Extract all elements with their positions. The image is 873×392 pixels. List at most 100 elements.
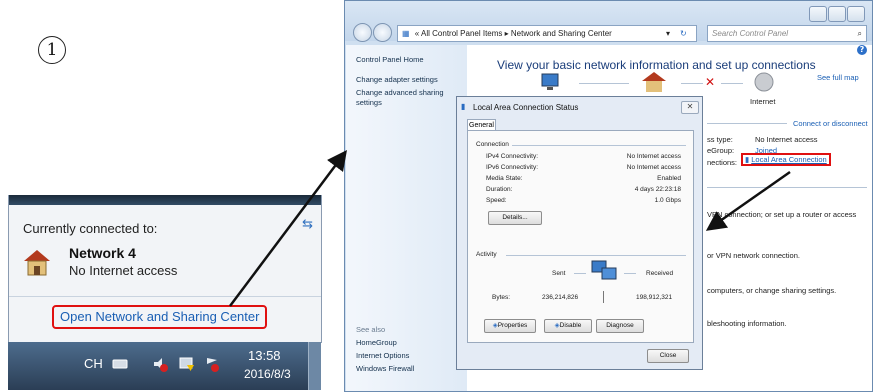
- keyboard-icon[interactable]: [112, 356, 128, 372]
- sent-label: Sent: [552, 270, 566, 277]
- activity-line: [574, 273, 586, 274]
- close-button[interactable]: Close: [647, 349, 689, 363]
- control-panel-icon: ▦: [402, 29, 410, 38]
- action-center-flag-icon[interactable]: [204, 356, 220, 372]
- change-adapter-settings-link[interactable]: Change adapter settings: [356, 75, 438, 85]
- breadcrumb-item[interactable]: Network and Sharing Center: [511, 29, 612, 38]
- duration-label: Duration:: [486, 186, 513, 193]
- speed-label: Speed:: [486, 197, 507, 204]
- activity-section-label: Activity: [476, 251, 497, 258]
- breadcrumb-item[interactable]: All Control Panel Items: [421, 29, 502, 38]
- clock-time[interactable]: 13:58: [248, 348, 281, 363]
- properties-button[interactable]: ◈Properties: [484, 319, 536, 333]
- map-connector: [681, 83, 703, 84]
- breadcrumb-overflow: «: [414, 29, 420, 38]
- dialog-body: Connection IPv4 Connectivity: No Interne…: [467, 130, 694, 343]
- advanced-sharing-line-2: settings: [356, 98, 382, 107]
- network-computers-icon: [591, 260, 617, 280]
- details-button[interactable]: Details...: [488, 211, 542, 225]
- step-number: 1: [38, 36, 66, 64]
- bytes-received-value: 198,912,321: [636, 294, 673, 301]
- refresh-icon[interactable]: ↻: [680, 26, 687, 41]
- disable-button[interactable]: ◈Disable: [544, 319, 592, 333]
- network-name: Network 4: [69, 245, 136, 261]
- page-title: View your basic network information and …: [497, 58, 816, 72]
- connection-section-label: Connection: [476, 141, 509, 148]
- media-state-value: Enabled: [657, 175, 681, 182]
- properties-label: Properties: [497, 322, 528, 329]
- ethernet-icon: ▮: [745, 155, 750, 164]
- section-rule: [707, 123, 787, 124]
- access-type-value: No Internet access: [755, 135, 818, 144]
- network-tray-popup: Currently connected to: ⇆ Network 4 No I…: [8, 195, 322, 343]
- refresh-icon[interactable]: ⇆: [302, 217, 313, 232]
- internet-options-link[interactable]: Internet Options: [356, 351, 409, 361]
- access-type-label: ss type:: [707, 135, 733, 144]
- help-icon[interactable]: ?: [857, 45, 867, 55]
- windows-firewall-link[interactable]: Windows Firewall: [356, 364, 414, 374]
- map-connector: [721, 83, 743, 84]
- dialog-close-icon[interactable]: ✕: [681, 101, 699, 114]
- received-label: Received: [646, 270, 674, 277]
- internet-globe-icon: [754, 72, 774, 92]
- ethernet-icon: ▮: [461, 102, 466, 111]
- minimize-button[interactable]: [809, 6, 827, 22]
- map-connector: [579, 83, 629, 84]
- section-rule: [512, 145, 686, 146]
- popup-header-band: [9, 195, 321, 205]
- media-state-label: Media State:: [486, 175, 523, 182]
- network-warning-icon[interactable]: [178, 356, 194, 372]
- maximize-button[interactable]: [828, 6, 846, 22]
- dialog-title: Local Area Connection Status: [473, 103, 579, 112]
- setup-connection-text: VPN connection; or set up a router or ac…: [707, 210, 857, 219]
- activity-divider: [603, 291, 604, 303]
- clock-date[interactable]: 2016/8/3: [244, 367, 291, 381]
- activity-line: [624, 273, 636, 274]
- divider: [9, 296, 321, 297]
- troubleshoot-text: bleshooting information.: [707, 319, 787, 328]
- open-network-sharing-center-link[interactable]: Open Network and Sharing Center: [52, 305, 268, 329]
- homegroup-sharing-text: computers, or change sharing settings.: [707, 286, 837, 295]
- connections-label: nections:: [707, 158, 738, 167]
- bytes-sent-value: 236,214,826: [542, 294, 579, 301]
- address-bar[interactable]: ▦ « All Control Panel Items ▸ Network an…: [397, 25, 697, 42]
- taskbar: CH 13:58 2016/8/3: [8, 342, 321, 390]
- change-advanced-sharing-link[interactable]: Change advanced sharing settings: [356, 88, 444, 108]
- back-button[interactable]: [353, 23, 372, 42]
- connect-disconnect-link[interactable]: Connect or disconnect: [793, 119, 868, 128]
- show-desktop-button[interactable]: [308, 342, 321, 390]
- forward-button[interactable]: [373, 23, 392, 42]
- disable-label: Disable: [559, 322, 582, 329]
- network-house-icon: [642, 72, 666, 92]
- close-window-button[interactable]: [847, 6, 865, 22]
- homegroup-link[interactable]: HomeGroup: [356, 338, 397, 348]
- internet-label: Internet: [750, 97, 776, 106]
- advanced-sharing-line-1: Change advanced sharing: [356, 88, 444, 97]
- language-indicator[interactable]: CH: [84, 356, 103, 371]
- bytes-label: Bytes:: [492, 294, 511, 301]
- currently-connected-label: Currently connected to:: [23, 221, 158, 236]
- dropdown-icon[interactable]: ▾: [666, 26, 670, 41]
- diagnose-button[interactable]: Diagnose: [596, 319, 644, 333]
- ipv6-label: IPv6 Connectivity:: [486, 164, 539, 171]
- ipv4-label: IPv4 Connectivity:: [486, 153, 539, 160]
- search-placeholder: Search Control Panel: [712, 29, 789, 38]
- local-area-connection-status-dialog: ▮ Local Area Connection Status ✕ General…: [456, 96, 703, 370]
- connect-network-text: or VPN network connection.: [707, 251, 800, 260]
- volume-muted-icon[interactable]: [152, 356, 168, 372]
- section-rule: [707, 187, 867, 188]
- local-area-connection-link[interactable]: ▮ Local Area Connection: [741, 153, 831, 166]
- see-also-heading: See also: [356, 325, 386, 334]
- ipv6-value: No Internet access: [626, 164, 681, 171]
- speed-value: 1.0 Gbps: [654, 197, 681, 204]
- control-panel-home-link[interactable]: Control Panel Home: [356, 55, 424, 65]
- search-icon[interactable]: ⌕: [858, 26, 862, 41]
- search-input[interactable]: Search Control Panel ⌕: [707, 25, 867, 42]
- computer-icon: [541, 73, 559, 90]
- homegroup-label: eGroup:: [707, 146, 735, 155]
- see-full-map-link[interactable]: See full map: [817, 73, 859, 82]
- left-navigation-pane: Control Panel Home Change adapter settin…: [346, 45, 467, 391]
- disconnected-x-icon: ✕: [705, 75, 716, 89]
- ipv4-value: No Internet access: [626, 153, 681, 160]
- network-status: No Internet access: [69, 263, 178, 278]
